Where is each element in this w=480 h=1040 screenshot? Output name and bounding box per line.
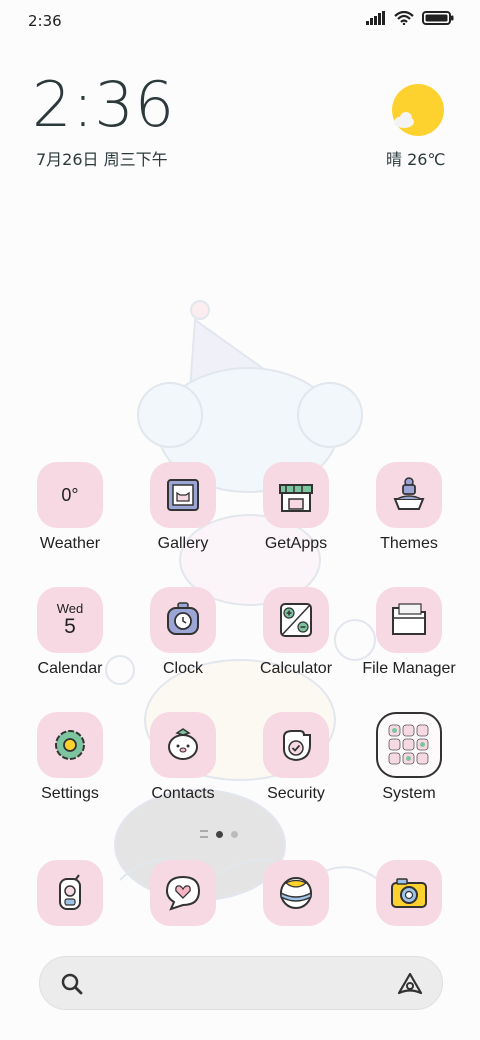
search-bar[interactable] (39, 956, 443, 1010)
app-label-clock: Clock (162, 660, 203, 677)
app-label-getapps: GetApps (264, 535, 328, 552)
assistant-icon[interactable] (396, 970, 424, 998)
page-indicator-feed[interactable] (200, 830, 208, 838)
system-folder-icon[interactable] (376, 712, 442, 778)
calculator-icon[interactable] (263, 587, 329, 653)
settings-icon[interactable] (37, 712, 103, 778)
app-calculator[interactable]: Calculator (241, 587, 351, 678)
wifi-icon (394, 11, 414, 25)
page-indicator-dot-active[interactable] (216, 830, 223, 838)
app-clock[interactable]: Clock (128, 587, 238, 678)
gear-flower-icon (55, 730, 85, 760)
app-label-system: System (382, 785, 436, 802)
folder-icon (392, 603, 426, 635)
app-label-gallery: Gallery (157, 535, 209, 552)
phone-walkie-icon[interactable] (37, 860, 103, 926)
picture-frame-icon (167, 479, 199, 511)
shield-check-icon (282, 730, 311, 762)
app-label-weather: Weather (39, 535, 101, 552)
app-label-settings: Settings (41, 785, 99, 802)
app-label-file-manager: File Manager (362, 660, 456, 677)
app-settings[interactable]: Settings (15, 712, 125, 803)
message-heart-icon[interactable] (150, 860, 216, 926)
app-security[interactable]: Security (241, 712, 351, 803)
dock-app-phone[interactable] (15, 860, 125, 926)
app-system[interactable]: System (354, 712, 464, 803)
dock-app-browser[interactable] (241, 860, 351, 926)
app-themes[interactable]: Themes (354, 462, 464, 553)
weather-sun-icon[interactable] (392, 84, 444, 136)
search-icon[interactable] (60, 972, 84, 996)
weather-tile-temp: 0° (61, 484, 79, 505)
security-icon[interactable] (263, 712, 329, 778)
cloud-icon (394, 112, 414, 128)
calendar-tile-date: 5 (64, 615, 76, 638)
app-label-contacts: Contacts (151, 785, 215, 802)
page-indicator[interactable] (200, 830, 238, 838)
page-indicator-dot[interactable] (231, 830, 238, 838)
app-label-themes: Themes (380, 535, 438, 552)
app-contacts[interactable]: Contacts (128, 712, 238, 803)
browser-ball-icon[interactable] (263, 860, 329, 926)
app-label-calculator: Calculator (259, 660, 333, 677)
app-gallery[interactable]: Gallery (128, 462, 238, 553)
themes-icon[interactable] (376, 462, 442, 528)
battery-icon (422, 11, 454, 25)
status-bar-icons (366, 11, 454, 25)
getapps-icon[interactable] (263, 462, 329, 528)
calendar-tile-day: Wed (56, 601, 84, 616)
weather-app-icon[interactable]: 0° (37, 462, 103, 528)
weather-widget-text[interactable]: 晴 26℃ (386, 146, 445, 170)
clock-widget-date[interactable]: 7月26日 周三下午 (36, 146, 168, 170)
clock-icon[interactable] (150, 587, 216, 653)
brush-icon (393, 477, 425, 510)
shop-stall-icon (279, 484, 313, 512)
dock-app-messages[interactable] (128, 860, 238, 926)
app-calendar[interactable]: Wed 5 Calendar (15, 587, 125, 678)
app-label-security: Security (267, 785, 325, 802)
app-grid-icon (388, 724, 429, 765)
tomato-face-icon (168, 728, 198, 760)
calculator-pad-icon (280, 603, 312, 637)
app-file-manager[interactable]: File Manager (354, 587, 464, 678)
app-weather[interactable]: 0° Weather (15, 462, 125, 553)
alarm-clock-icon (167, 602, 199, 635)
app-label-calendar: Calendar (37, 660, 103, 677)
app-getapps[interactable]: GetApps (241, 462, 351, 553)
file-manager-icon[interactable] (376, 587, 442, 653)
signal-icon (366, 11, 385, 25)
clock-widget-time[interactable]: 2:36 (32, 74, 175, 136)
camera-icon[interactable] (376, 860, 442, 926)
calendar-icon[interactable]: Wed 5 (37, 587, 103, 653)
contacts-icon[interactable] (150, 712, 216, 778)
gallery-icon[interactable] (150, 462, 216, 528)
status-bar-time: 2:36 (28, 12, 62, 30)
dock-app-camera[interactable] (354, 860, 464, 926)
